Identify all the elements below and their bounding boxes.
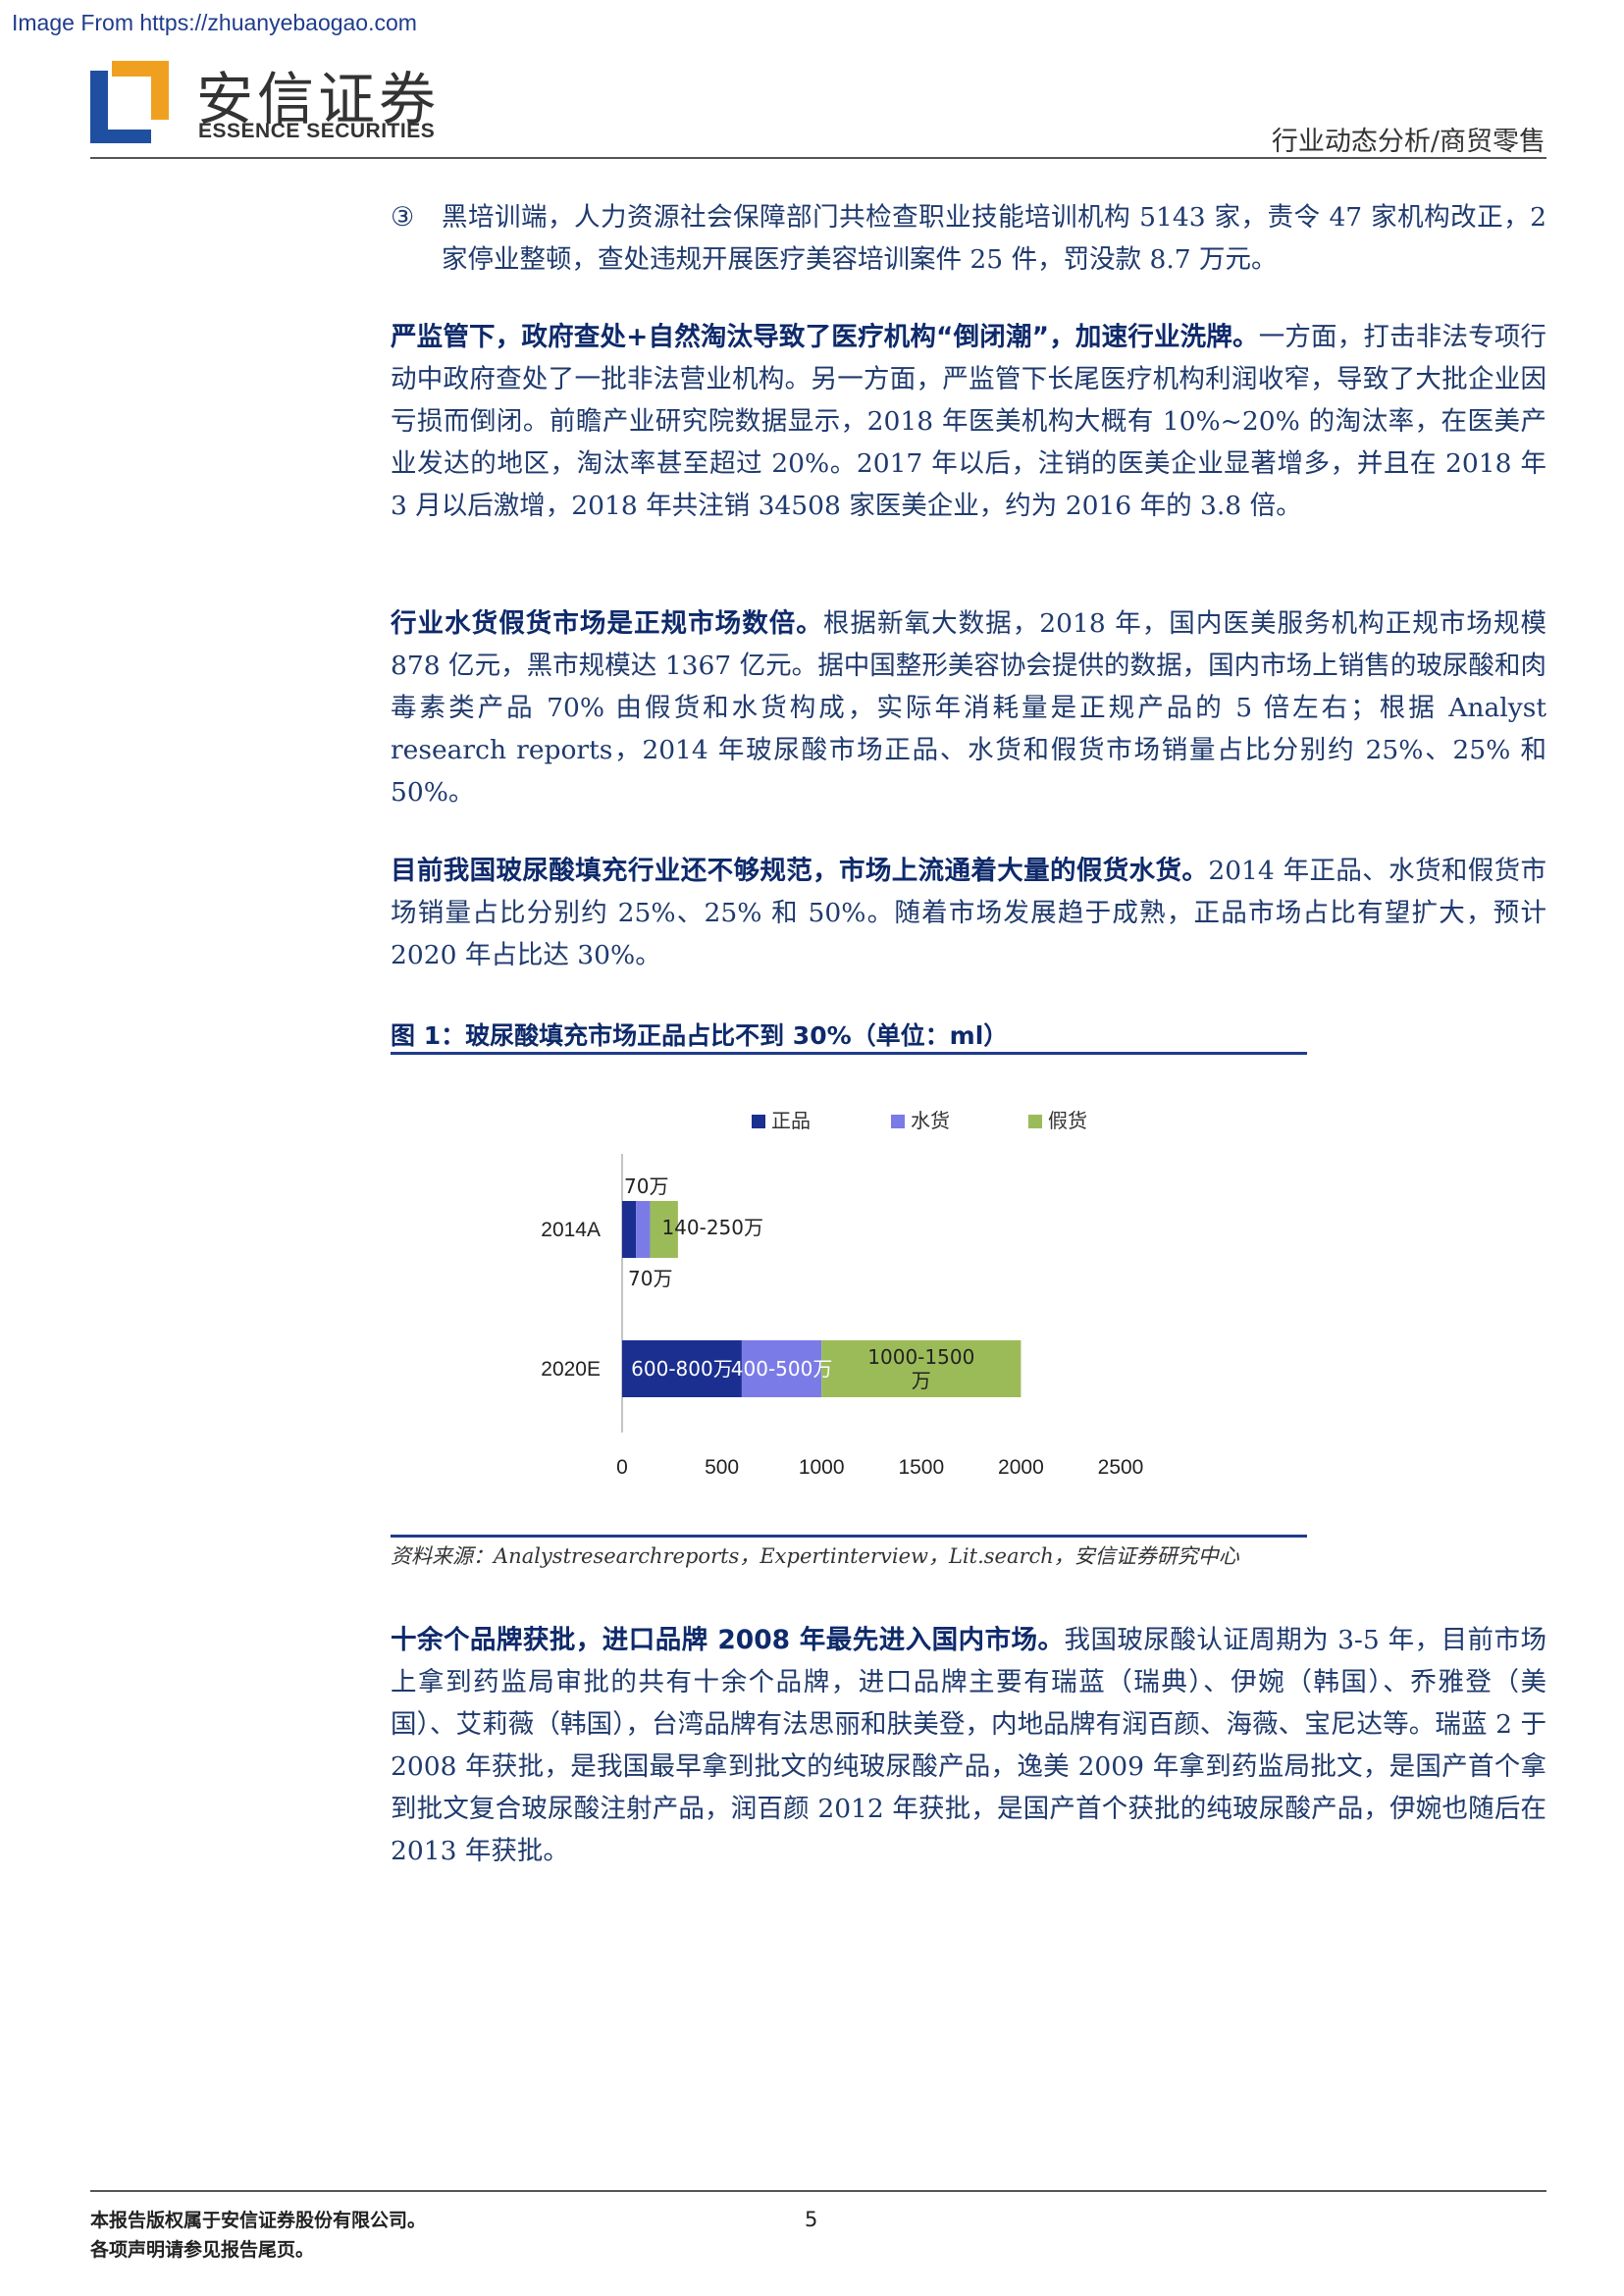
figure-source: 资料来源：Analystresearchreports，Expertinterv… [391, 1544, 1239, 1568]
x-tick-label: 0 [616, 1456, 628, 1479]
paragraph-lead: 目前我国玻尿酸填充行业还不够规范，市场上流通着大量的假货水货。 [391, 856, 1209, 886]
x-tick-label: 2500 [1098, 1456, 1144, 1479]
legend-label: 水货 [911, 1109, 950, 1132]
bar-segment [622, 1201, 637, 1258]
bullet-marker: ③ [391, 202, 415, 233]
data-label: 70万 [624, 1174, 668, 1198]
category-label: 2014A [541, 1219, 601, 1241]
legend-swatch [1028, 1115, 1042, 1128]
essence-logo-icon [90, 61, 169, 143]
paragraph-body: 我国玻尿酸认证周期为 3-5 年，目前市场上拿到药监局审批的共有十余个品牌，进口… [391, 1625, 1546, 1866]
x-tick-label: 1500 [898, 1456, 944, 1479]
paragraph-consolidation: 严监管下，政府查处+自然淘汰导致了医疗机构“倒闭潮”，加速行业洗牌。一方面，打击… [391, 316, 1546, 527]
footer-disclaimer: 各项声明请参见报告尾页。 [90, 2239, 315, 2261]
figure-top-rule [391, 1052, 1307, 1055]
bullet-text: 黑培训端，人力资源社会保障部门共检查职业技能培训机构 5143 家，责令 47 … [442, 202, 1546, 275]
stacked-bar-chart: 正品 水货 假货 2014A 2020E 70万 70万 140-250万 600-800万40… [541, 1109, 1144, 1479]
x-tick-label: 2000 [998, 1456, 1044, 1479]
data-label: 140-250万 [661, 1216, 763, 1239]
paragraph-counterfeit: 目前我国玻尿酸填充行业还不够规范，市场上流通着大量的假货水货。2014 年正品、… [391, 850, 1546, 976]
legend-swatch [752, 1115, 765, 1128]
paragraph-lead: 严监管下，政府查处+自然淘汰导致了医疗机构“倒闭潮”，加速行业洗牌。 [391, 322, 1259, 352]
brand-name-en: ESSENCE SECURITIES [198, 120, 436, 142]
paragraph-lead: 行业水货假货市场是正规市场数倍。 [391, 608, 823, 639]
data-label: 万 [912, 1369, 931, 1392]
figure-bottom-rule [391, 1535, 1307, 1538]
footer-copyright: 本报告版权属于安信证券股份有限公司。 [90, 2210, 427, 2231]
page-number: 5 [805, 2208, 818, 2231]
figure-title: 图 1：玻尿酸填充市场正品占比不到 30%（单位：ml） [391, 1021, 1009, 1050]
x-tick-label: 1000 [799, 1456, 845, 1479]
footer-divider [90, 2190, 1546, 2192]
legend-label: 假货 [1048, 1109, 1087, 1132]
source-url: Image From https://zhuanyebaogao.com [12, 10, 417, 35]
data-label: 70万 [628, 1267, 672, 1290]
bar-segment [636, 1201, 651, 1258]
legend-label: 正品 [771, 1109, 811, 1132]
legend-swatch [891, 1115, 905, 1128]
category-label: 2020E [541, 1358, 601, 1381]
header-divider [90, 157, 1546, 159]
header-category: 行业动态分析/商贸零售 [1271, 127, 1545, 157]
data-label: 400-500万 [731, 1357, 833, 1381]
x-tick-label: 500 [705, 1456, 739, 1479]
data-label: 1000-1500 [867, 1345, 974, 1369]
data-label: 600-800万 [631, 1357, 733, 1381]
paragraph-brands: 十余个品牌获批，进口品牌 2008 年最先进入国内市场。我国玻尿酸认证周期为 3… [391, 1619, 1546, 1872]
paragraph-black-market: 行业水货假货市场是正规市场数倍。根据新氧大数据，2018 年，国内医美服务机构正… [391, 602, 1546, 813]
paragraph-lead: 十余个品牌获批，进口品牌 2008 年最先进入国内市场。 [391, 1625, 1065, 1655]
